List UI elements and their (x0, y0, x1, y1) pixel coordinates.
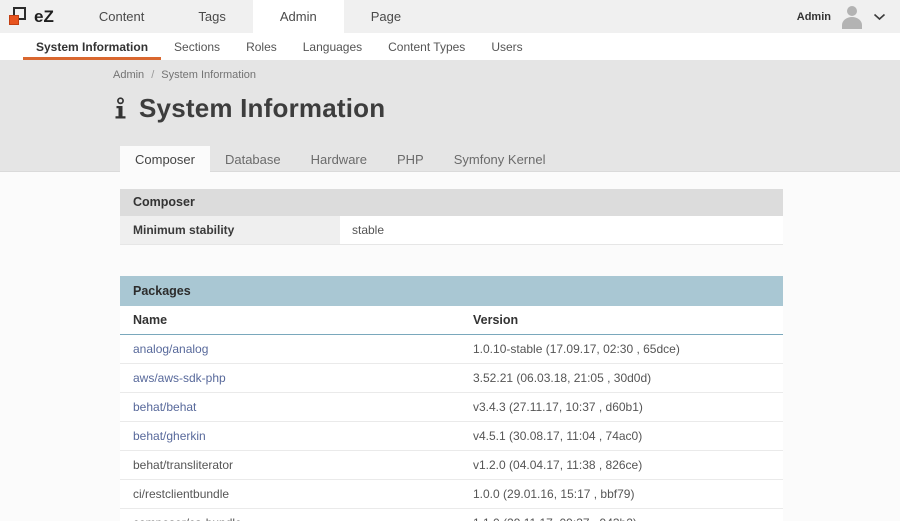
ez-logo[interactable]: eZ (0, 0, 64, 33)
breadcrumb-item[interactable]: Admin (113, 69, 144, 81)
table-row: analog/analog 1.0.10-stable (17.09.17, 02… (120, 335, 783, 364)
tab[interactable]: Hardware (296, 146, 382, 172)
table-row: composer/ca-bundle 1.1.0 (29.11.17, 09:37… (120, 509, 783, 521)
info-icon (113, 97, 128, 120)
main-content: Composer Minimum stabilitystable Package… (0, 172, 900, 521)
table-row: ci/restclientbundle 1.0.0 (29.01.16, 15:1… (120, 480, 783, 509)
table-row: behat/behat v3.4.3 (27.11.17, 10:37 , d60… (120, 393, 783, 422)
breadcrumb-separator: / (151, 69, 154, 81)
page-header-area: Admin / System Information System Informat… (0, 60, 900, 172)
sub-menu-item-label: System Information (36, 40, 148, 54)
package-version: v4.5.1 (30.08.17, 11:04 , 74ac0) (460, 422, 783, 451)
user-name: Admin (797, 11, 831, 23)
main-menu-item-label: Page (371, 9, 401, 24)
tab-label: Hardware (311, 152, 367, 167)
breadcrumb: Admin / System Information (0, 60, 900, 81)
package-version: 1.1.0 (29.11.17, 09:37 , 943b2) (460, 509, 783, 521)
table-row: aws/aws-sdk-php 3.52.21 (06.03.18, 21:05 … (120, 364, 783, 393)
tab[interactable]: Symfony Kernel (439, 146, 561, 172)
composer-section-header: Composer (120, 189, 783, 216)
logo-text: eZ (34, 7, 54, 27)
composer-section: Composer Minimum stabilitystable (120, 189, 783, 245)
sub-menu-item[interactable]: Sections (161, 33, 233, 60)
package-version: v3.4.3 (27.11.17, 10:37 , d60b1) (460, 393, 783, 422)
sub-menu-item-label: Languages (303, 40, 362, 54)
page-title-text: System Information (139, 93, 385, 124)
sub-menu-item-label: Roles (246, 40, 277, 54)
packages-section: Packages Name Version analog/analog 1.0.1… (120, 276, 783, 521)
definition-label: Minimum stability (120, 216, 340, 245)
page-title: System Information (113, 93, 900, 124)
tab[interactable]: Composer (120, 146, 210, 172)
tab-label: Composer (135, 152, 195, 167)
main-menu-item-label: Admin (280, 9, 317, 24)
package-version: 1.0.10-stable (17.09.17, 02:30 , 65dce) (460, 335, 783, 364)
package-name: composer/ca-bundle (133, 516, 242, 521)
system-info-tabs: Composer Database Hardware PHP Symfony K… (120, 146, 560, 172)
sub-menu-item[interactable]: Content Types (375, 33, 478, 60)
tab-label: PHP (397, 152, 424, 167)
package-version: 1.0.0 (29.01.16, 15:17 , bbf79) (460, 480, 783, 509)
user-menu[interactable]: Admin (797, 0, 900, 33)
sub-menu-item-label: Users (491, 40, 522, 54)
tab-label: Database (225, 152, 281, 167)
sub-menu-item-label: Content Types (388, 40, 465, 54)
main-menu-item-label: Content (99, 9, 145, 24)
package-name-link[interactable]: behat/behat (133, 400, 196, 414)
table-row: behat/gherkin v4.5.1 (30.08.17, 11:04 , 7… (120, 422, 783, 451)
sub-menu-item-label: Sections (174, 40, 220, 54)
breadcrumb-item[interactable]: System Information (161, 69, 256, 81)
composer-definition-table: Minimum stabilitystable (120, 216, 783, 245)
tab[interactable]: Database (210, 146, 296, 172)
column-header-name: Name (120, 306, 460, 335)
ez-logo-icon (9, 7, 28, 26)
packages-table: Name Version analog/analog 1.0.10-stable … (120, 306, 783, 521)
column-header-version: Version (460, 306, 783, 335)
package-name-link[interactable]: aws/aws-sdk-php (133, 371, 226, 385)
main-menu-item[interactable]: Page (344, 0, 428, 33)
packages-section-header: Packages (120, 276, 783, 306)
package-name-link[interactable]: analog/analog (133, 342, 208, 356)
main-menu-item[interactable]: Admin (253, 0, 344, 33)
chevron-down-icon (873, 13, 886, 21)
package-version: v1.2.0 (04.04.17, 11:38 , 826ce) (460, 451, 783, 480)
top-navigation-bar: eZ Content Tags Admin Page Admin (0, 0, 900, 33)
definition-row: Minimum stabilitystable (120, 216, 783, 245)
package-name: ci/restclientbundle (133, 487, 229, 501)
tab[interactable]: PHP (382, 146, 439, 172)
user-avatar-icon (839, 5, 865, 29)
main-menu-item-label: Tags (198, 9, 225, 24)
main-menu: Content Tags Admin Page (72, 0, 428, 33)
main-menu-item[interactable]: Content (72, 0, 172, 33)
sub-menu-item[interactable]: System Information (23, 33, 161, 60)
package-name-link[interactable]: behat/gherkin (133, 429, 206, 443)
tab-label: Symfony Kernel (454, 152, 546, 167)
main-menu-item[interactable]: Tags (171, 0, 252, 33)
package-name: behat/transliterator (133, 458, 233, 472)
sub-menu-item[interactable]: Roles (233, 33, 290, 60)
sub-menu-item[interactable]: Users (478, 33, 535, 60)
package-version: 3.52.21 (06.03.18, 21:05 , 30d0d) (460, 364, 783, 393)
admin-sub-menu: System Information Sections Roles Langua… (0, 33, 900, 60)
definition-value: stable (340, 216, 783, 245)
table-row: behat/transliterator v1.2.0 (04.04.17, 11… (120, 451, 783, 480)
sub-menu-item[interactable]: Languages (290, 33, 375, 60)
logo-square-orange (9, 15, 19, 25)
